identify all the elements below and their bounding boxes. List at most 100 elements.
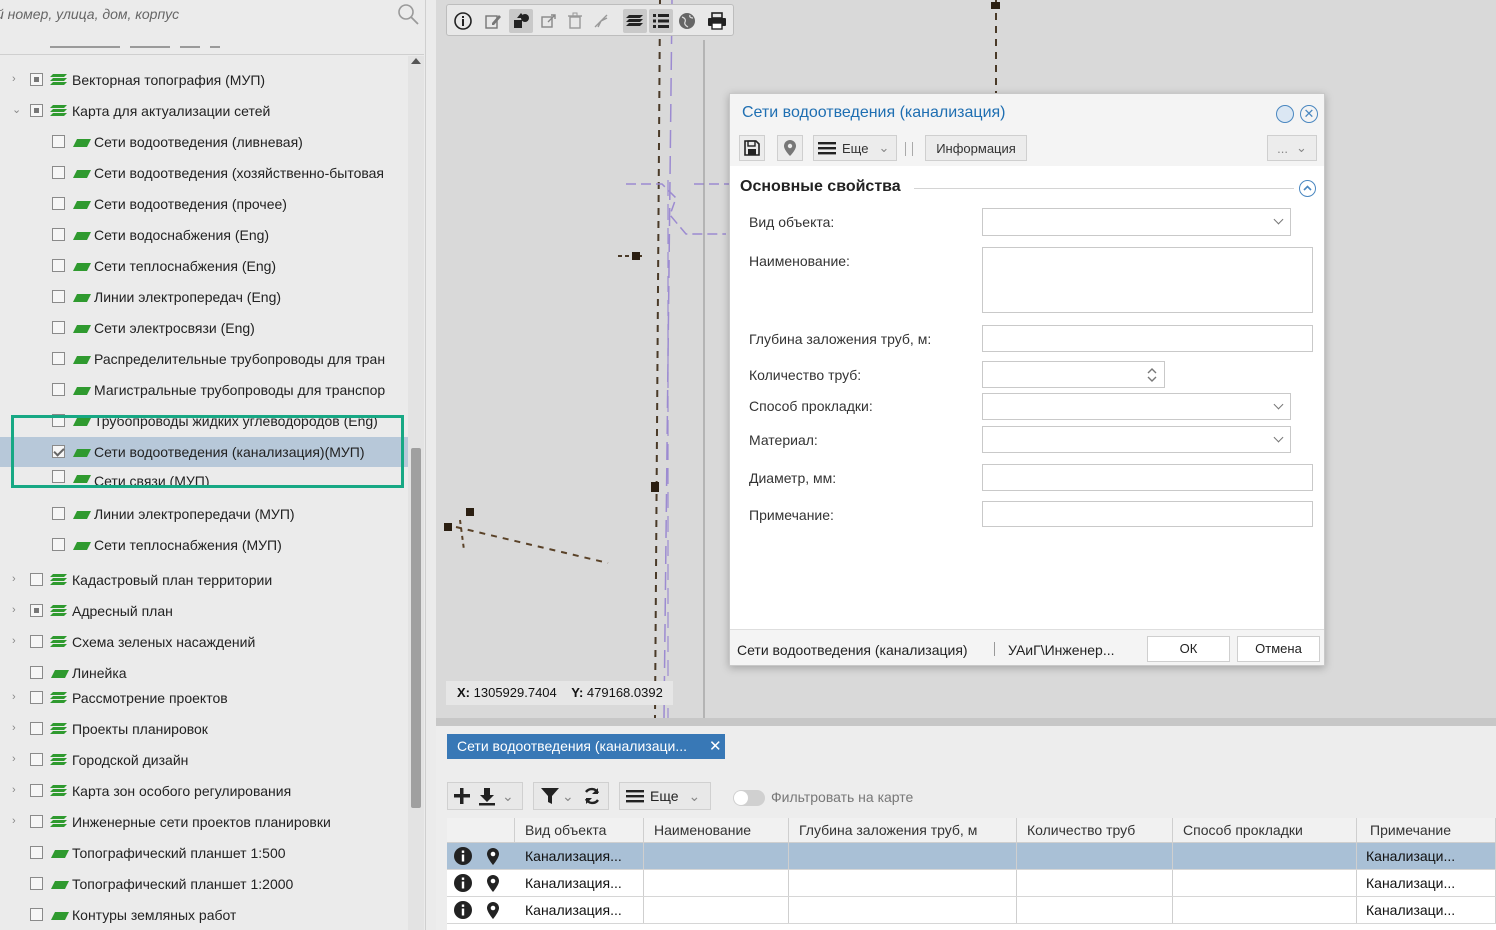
layer-checkbox[interactable] (30, 573, 43, 586)
globe-icon[interactable] (675, 9, 699, 33)
layer-checkbox[interactable] (30, 635, 43, 648)
chevron-right-icon[interactable]: › (12, 785, 22, 796)
chevron-down-icon[interactable]: ⌄ (12, 105, 22, 116)
table-row[interactable]: Канализация... Канализаци... (447, 897, 1496, 924)
tree-item[interactable]: › Рассмотрение проектов (0, 683, 408, 713)
column-header[interactable]: Вид объекта (515, 818, 644, 843)
tab-layer-table[interactable]: Сети водоотведения (канализаци... ✕ (447, 734, 725, 759)
tree-item[interactable]: Сети водоотведения (прочее) (0, 189, 408, 219)
help-icon[interactable] (1276, 105, 1294, 123)
more-button[interactable]: Еще ⌄ (813, 135, 897, 161)
chevron-down-icon[interactable]: ⌄ (502, 788, 514, 805)
chevron-right-icon[interactable]: › (12, 636, 22, 647)
collapse-icon[interactable] (1299, 180, 1316, 197)
tree-item[interactable]: Топографический планшет 1:500 (0, 838, 408, 868)
method-select[interactable] (982, 393, 1291, 420)
tree-item[interactable]: › Векторная топография (МУП) (0, 65, 408, 95)
info-icon[interactable] (454, 874, 472, 892)
info-icon[interactable] (454, 847, 472, 865)
tree-item[interactable]: Сети теплоснабжения (МУП) (0, 530, 408, 560)
export-icon[interactable] (537, 9, 561, 33)
chevron-right-icon[interactable]: › (12, 692, 22, 703)
chevron-right-icon[interactable]: › (12, 754, 22, 765)
layers-icon[interactable] (623, 9, 647, 33)
plus-icon[interactable] (452, 786, 472, 806)
layer-checkbox[interactable] (30, 666, 43, 679)
layer-checkbox[interactable] (52, 197, 65, 210)
tree-item[interactable]: ⌄ Карта для актуализации сетей (0, 96, 408, 126)
panel-splitter[interactable] (436, 718, 1496, 726)
more-button[interactable]: Еще ⌄ (619, 782, 711, 810)
dialog-header[interactable]: Сети водоотведения (канализация) ✕ (730, 94, 1324, 130)
count-stepper[interactable] (982, 361, 1165, 388)
tree-item[interactable]: › Проекты планировок (0, 714, 408, 744)
tree-item[interactable]: › Карта зон особого регулирования (0, 776, 408, 806)
location-pin-icon[interactable] (486, 874, 500, 893)
tree-item[interactable]: Сети водоотведения (хозяйственно-бытовая (0, 158, 408, 188)
chevron-right-icon[interactable]: › (12, 723, 22, 734)
note-input[interactable] (982, 501, 1313, 527)
layer-checkbox[interactable] (52, 259, 65, 272)
cancel-button[interactable]: Отмена (1237, 636, 1320, 662)
search-input[interactable] (0, 2, 392, 26)
layer-checkbox[interactable] (52, 507, 65, 520)
filter-on-map-toggle[interactable] (733, 790, 765, 806)
table-row[interactable]: Канализация... Канализаци... (447, 843, 1496, 870)
info-tool-icon[interactable] (451, 9, 475, 33)
layer-checkbox[interactable] (30, 908, 43, 921)
close-icon[interactable]: ✕ (1300, 105, 1318, 123)
tree-item[interactable]: Сети водоотведения (ливневая) (0, 127, 408, 157)
tree-item[interactable]: Топографический планшет 1:2000 (0, 869, 408, 899)
refresh-icon[interactable] (582, 786, 602, 806)
tree-item[interactable]: › Инженерные сети проектов планировки (0, 807, 408, 837)
print-icon[interactable] (705, 9, 729, 33)
layer-checkbox[interactable] (30, 104, 43, 117)
material-select[interactable] (982, 426, 1291, 453)
tree-item[interactable]: Сети водоснабжения (Eng) (0, 220, 408, 250)
location-pin-icon[interactable] (486, 901, 500, 920)
overflow-menu-button[interactable]: ... ⌄ (1267, 135, 1317, 161)
layer-checkbox[interactable] (52, 352, 65, 365)
layer-checkbox[interactable] (30, 815, 43, 828)
tree-item[interactable]: Контуры земляных работ (0, 900, 408, 930)
tree-item[interactable]: Линии электропередачи (МУП) (0, 499, 408, 529)
column-header[interactable]: Глубина заложения труб, м (789, 818, 1017, 843)
tree-item[interactable]: Линии электропередач (Eng) (0, 282, 408, 312)
chevron-down-icon[interactable]: ⌄ (562, 788, 574, 805)
tree-item[interactable]: › Схема зеленых насаждений (0, 627, 408, 657)
layer-checkbox[interactable] (30, 784, 43, 797)
layer-checkbox[interactable] (52, 538, 65, 551)
edit-icon[interactable] (481, 9, 505, 33)
filter-icon[interactable] (540, 786, 560, 806)
layer-checkbox[interactable] (52, 321, 65, 334)
name-textarea[interactable] (982, 247, 1313, 313)
location-pin-icon[interactable] (486, 847, 500, 866)
scroll-up-icon[interactable] (411, 58, 421, 64)
layer-checkbox[interactable] (52, 290, 65, 303)
column-header[interactable]: Примечание (1357, 818, 1496, 843)
list-icon[interactable] (649, 9, 673, 33)
tree-scrollbar[interactable] (408, 56, 424, 930)
scrollbar-thumb[interactable] (411, 448, 421, 808)
layer-checkbox[interactable] (30, 73, 43, 86)
diameter-input[interactable] (982, 464, 1313, 491)
stepper-arrows-icon[interactable] (1146, 365, 1158, 385)
type-select[interactable] (982, 208, 1291, 236)
layer-checkbox[interactable] (30, 691, 43, 704)
layer-checkbox[interactable] (30, 753, 43, 766)
table-row[interactable]: Канализация... Канализаци... (447, 870, 1496, 897)
layer-checkbox[interactable] (52, 166, 65, 179)
locate-button[interactable] (777, 135, 803, 161)
layer-checkbox[interactable] (52, 135, 65, 148)
info-icon[interactable] (454, 901, 472, 919)
tree-item[interactable]: › Городской дизайн (0, 745, 408, 775)
tree-item[interactable]: Сети электросвязи (Eng) (0, 313, 408, 343)
tree-item[interactable]: › Адресный план (0, 596, 408, 626)
tree-item[interactable]: Магистральные трубопроводы для транспор (0, 375, 408, 405)
column-header[interactable]: Способ прокладки (1173, 818, 1357, 843)
layer-checkbox[interactable] (30, 722, 43, 735)
layer-checkbox[interactable] (30, 877, 43, 890)
download-icon[interactable] (478, 786, 496, 806)
tree-item[interactable]: Сети теплоснабжения (Eng) (0, 251, 408, 281)
tab-information[interactable]: Информация (925, 135, 1027, 161)
